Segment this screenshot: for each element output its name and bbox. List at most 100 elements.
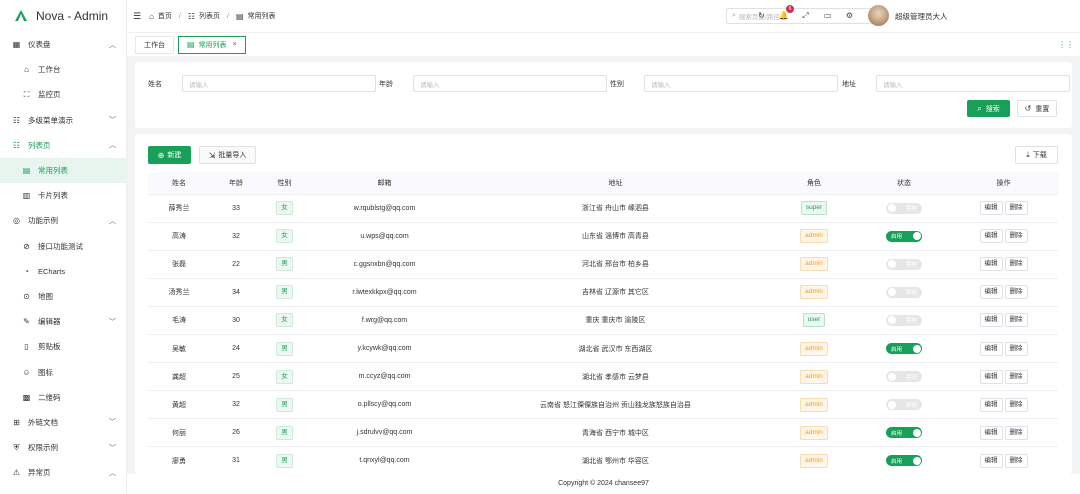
close-icon[interactable]: × (233, 41, 237, 48)
edit-button[interactable]: 编辑 (979, 201, 1003, 216)
delete-button[interactable]: 删除 (1004, 397, 1028, 412)
username[interactable]: 超级管理员大人 (895, 11, 948, 22)
cell-role: admin (769, 222, 859, 251)
menu-collapse-icon[interactable]: ☰ (133, 11, 141, 22)
reset-button[interactable]: ↺ 重置 (1017, 100, 1057, 117)
sidebar-item[interactable]: ▥ 卡片列表 (0, 183, 126, 208)
sidebar-item[interactable]: ⊞ 外链文档 ﹀ (0, 410, 126, 435)
tabs-menu-icon[interactable]: ⋮⋮ (1058, 40, 1074, 49)
column-header[interactable]: 角色 (769, 172, 859, 195)
sidebar-item[interactable]: ✎ 编辑器 ﹀ (0, 309, 126, 334)
breadcrumb-current[interactable]: ▤ 常用列表 (236, 11, 276, 21)
cell-address: 吉林省 辽源市 其它区 (462, 278, 769, 307)
screen-icon[interactable]: ▭ (822, 10, 833, 21)
delete-button[interactable]: 删除 (1004, 229, 1028, 244)
sidebar-item[interactable]: ⛨ 权限示例 ﹀ (0, 435, 126, 460)
new-button[interactable]: ⊕ 新建 (148, 146, 191, 164)
column-header[interactable]: 姓名 (148, 172, 210, 195)
sidebar-item[interactable]: ⊘ 接口功能测试 (0, 234, 126, 259)
status-switch[interactable]: 禁用 (886, 258, 922, 270)
edit-button[interactable]: 编辑 (979, 341, 1003, 356)
column-header[interactable]: 年龄 (210, 172, 262, 195)
address-input[interactable]: 请输入 (876, 75, 1070, 92)
switch-label: 启用 (891, 430, 903, 437)
column-header[interactable]: 邮箱 (307, 172, 462, 195)
edit-button[interactable]: 编辑 (979, 425, 1003, 440)
switch-knob (887, 288, 896, 297)
sidebar-item[interactable]: ▦ 仪表盘 ︿ (0, 32, 126, 57)
cell-age: 25 (210, 362, 262, 392)
sidebar-item[interactable]: ☷ 多级菜单演示 ﹀ (0, 108, 126, 133)
tab-workbench[interactable]: 工作台 (135, 35, 174, 54)
cell-status: 禁用 (859, 250, 949, 279)
table-row: 龚超 25 女 m.ccyz@qq.com 湖北省 孝感市 云梦县 admin 禁用 编辑 删除 (148, 362, 1058, 392)
sidebar-item[interactable]: ⊙ 地图 (0, 284, 126, 309)
sidebar-item[interactable]: ⌂ 工作台 (0, 57, 126, 82)
column-header[interactable]: 状态 (859, 172, 949, 195)
delete-button[interactable]: 删除 (1004, 453, 1028, 468)
status-switch[interactable]: 禁用 (886, 371, 922, 383)
status-switch[interactable]: 启用 (886, 455, 922, 467)
tab-common-list[interactable]: ▤ 常用列表 × (178, 35, 246, 54)
search-button[interactable]: ⌕ 搜索 (967, 100, 1010, 117)
edit-button[interactable]: 编辑 (979, 369, 1003, 384)
gender-field: 性别 请输入 (610, 75, 838, 92)
status-switch[interactable]: 禁用 (886, 202, 922, 214)
sidebar-item-label: 异常页 (28, 468, 51, 478)
sidebar-item[interactable]: ☷ 列表页 ︿ (0, 133, 126, 158)
edit-button[interactable]: 编辑 (979, 397, 1003, 412)
status-switch[interactable]: 禁用 (886, 286, 922, 298)
edit-button[interactable]: 编辑 (979, 229, 1003, 244)
delete-button[interactable]: 删除 (1004, 341, 1028, 356)
status-switch[interactable]: 启用 (886, 427, 922, 439)
edit-button[interactable]: 编辑 (979, 285, 1003, 300)
sidebar-item[interactable]: ▤ 常用列表 (0, 157, 126, 184)
edit-button[interactable]: 编辑 (979, 257, 1003, 272)
delete-button[interactable]: 删除 (1004, 425, 1028, 440)
table-row: 吴敏 24 男 y.kcywk@qq.com 湖北省 武汉市 东西湖区 admin 启用 编辑… (148, 334, 1058, 364)
column-header[interactable]: 操作 (949, 172, 1058, 195)
delete-button[interactable]: 删除 (1004, 313, 1028, 328)
sidebar-item[interactable]: ▯ 剪贴板 (0, 334, 126, 359)
role-tag: user (802, 313, 826, 328)
cell-address: 湖北省 鄂州市 华容区 (462, 446, 769, 474)
column-header[interactable]: 性别 (262, 172, 307, 195)
notification-icon[interactable]: 🔔 6 (778, 5, 794, 21)
import-button[interactable]: ⇲ 批量导入 (199, 146, 256, 164)
name-input[interactable]: 请输入 (182, 75, 376, 92)
gender-input[interactable]: 请输入 (644, 75, 838, 92)
delete-button[interactable]: 删除 (1004, 285, 1028, 300)
status-switch[interactable]: 启用 (886, 343, 922, 355)
gender-tag: 男 (276, 397, 293, 412)
breadcrumb-list[interactable]: ☷ 列表页 (188, 11, 220, 21)
cell-address: 河北省 邢台市 柏乡县 (462, 250, 769, 279)
sidebar-item[interactable]: ▩ 二维码 (0, 385, 126, 410)
delete-button[interactable]: 删除 (1004, 257, 1028, 272)
cell-age: 33 (210, 194, 262, 223)
sidebar-item[interactable]: ⛶ 监控页 (0, 82, 126, 107)
logo-icon (14, 9, 28, 23)
status-switch[interactable]: 禁用 (886, 314, 922, 326)
editor-icon: ✎ (23, 317, 30, 327)
sidebar-item[interactable]: ◔ ECharts (0, 259, 126, 284)
table-icon: ▤ (236, 11, 244, 21)
column-header[interactable]: 地址 (462, 172, 769, 195)
avatar[interactable] (868, 5, 889, 26)
sidebar-item[interactable]: ☺ 图标 (0, 359, 126, 384)
refresh-icon[interactable]: ↻ (756, 10, 767, 21)
breadcrumb-home[interactable]: ⌂ 首页 (149, 11, 172, 21)
cell-role: admin (769, 334, 859, 364)
sidebar-item[interactable]: ⚠ 异常页 ︿ (0, 460, 126, 485)
status-switch[interactable]: 启用 (886, 230, 922, 242)
edit-button[interactable]: 编辑 (979, 313, 1003, 328)
settings-icon[interactable]: ⚙ (844, 10, 855, 21)
age-input[interactable]: 请输入 (413, 75, 607, 92)
download-button[interactable]: ⤓ 下载 (1015, 146, 1058, 164)
edit-button[interactable]: 编辑 (979, 453, 1003, 468)
delete-button[interactable]: 删除 (1004, 369, 1028, 384)
app-logo[interactable]: Nova - Admin (0, 0, 126, 32)
fullscreen-icon[interactable]: ⤢ (800, 10, 811, 21)
sidebar-item[interactable]: ◎ 功能示例 ︿ (0, 208, 126, 233)
status-switch[interactable]: 禁用 (886, 399, 922, 411)
delete-button[interactable]: 删除 (1004, 201, 1028, 216)
